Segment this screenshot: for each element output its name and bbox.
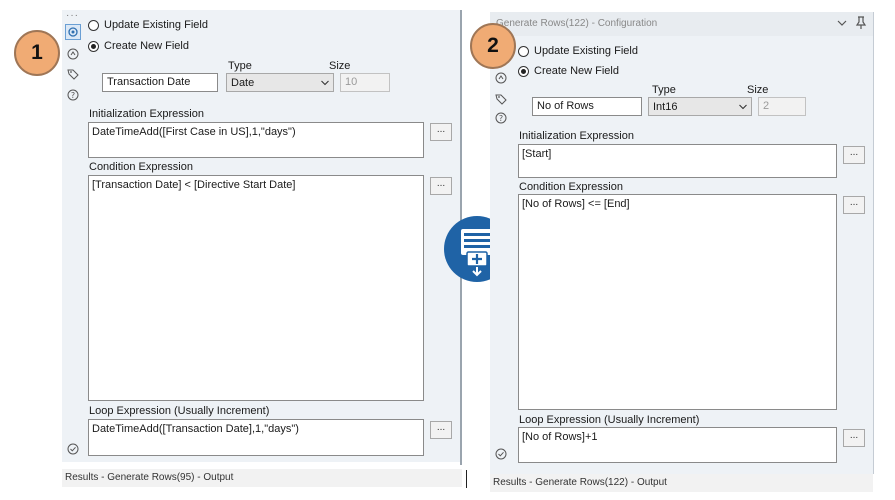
chevron-down-icon [739,104,747,109]
status-separator [466,470,467,488]
pin-icon[interactable] [855,16,867,30]
step-badge-2: 2 [470,23,516,69]
radio-circle-checked[interactable] [88,40,99,52]
init-expression-editor-button[interactable]: ... [430,123,452,141]
gear-icon[interactable] [65,24,81,40]
header-controls [837,16,867,30]
radio-circle[interactable] [88,19,99,31]
chevron-down-icon [321,80,329,85]
tag-icon[interactable] [493,91,509,107]
field-name-input[interactable]: No of Rows [532,97,642,116]
condition-expression-label: Condition Expression [519,181,623,193]
create-new-field-label: Create New Field [104,40,189,52]
condition-expression-input[interactable]: [Transaction Date] < [Directive Start Da… [88,175,424,401]
check-circle-icon[interactable] [493,446,509,462]
connection-icon[interactable] [65,46,81,62]
loop-expression-editor-button[interactable]: ... [430,421,452,439]
right-config-panel: Generate Rows(122) - Configuration ? Upd… [490,12,873,474]
init-expression-input[interactable]: [Start] [518,144,837,178]
create-new-field-radio[interactable]: Create New Field [518,65,619,77]
tag-icon[interactable] [65,66,81,82]
update-existing-field-radio[interactable]: Update Existing Field [518,45,638,57]
condition-expression-label: Condition Expression [89,161,193,173]
field-name-input[interactable]: Transaction Date [102,73,218,92]
svg-text:?: ? [71,91,75,100]
size-label: Size [329,60,351,72]
loop-expression-input[interactable]: [No of Rows]+1 [518,427,837,463]
init-expression-label: Initialization Expression [519,130,634,142]
type-select[interactable]: Date [226,73,334,92]
left-results-status: Results - Generate Rows(95) - Output [62,469,462,487]
size-label: Size [747,84,769,96]
loop-expression-input[interactable]: DateTimeAdd([Transaction Date],1,"days") [88,419,424,456]
left-icon-sidebar: ··· ? [62,10,84,462]
condition-expression-input[interactable]: [No of Rows] <= [End] [518,194,837,410]
more-dots-icon[interactable]: ··· [66,10,79,21]
chevron-down-icon[interactable] [837,19,847,27]
type-label: Type [652,84,676,96]
type-select-value: Date [231,76,255,89]
condition-expression-editor-button[interactable]: ... [430,177,452,195]
init-expression-editor-button[interactable]: ... [843,146,865,164]
create-new-field-label: Create New Field [534,65,619,77]
config-header: Generate Rows(122) - Configuration [490,12,873,36]
type-select-value: Int16 [653,100,678,113]
size-input[interactable]: 2 [758,97,806,116]
help-icon[interactable]: ? [493,110,509,126]
right-icon-sidebar: ? [490,12,512,474]
init-expression-input[interactable]: DateTimeAdd([First Case in US],1,"days") [88,122,424,158]
update-existing-field-label: Update Existing Field [104,19,208,31]
type-label: Type [228,60,252,72]
svg-text:?: ? [499,114,503,123]
step-badge-1: 1 [14,30,60,76]
right-panel-edge [873,12,874,474]
size-input[interactable]: 10 [340,73,390,92]
init-expression-label: Initialization Expression [89,108,204,120]
update-existing-field-radio[interactable]: Update Existing Field [88,19,208,31]
help-icon[interactable]: ? [65,87,81,103]
connection-icon[interactable] [493,70,509,86]
create-new-field-radio[interactable]: Create New Field [88,40,189,52]
type-select[interactable]: Int16 [648,97,752,116]
loop-expression-label: Loop Expression (Usually Increment) [519,414,700,426]
left-config-panel: ··· ? Update Existing Field Create New F… [62,10,462,462]
right-results-status: Results - Generate Rows(122) - Output [490,474,873,492]
check-circle-icon[interactable] [65,441,81,457]
radio-circle[interactable] [518,45,529,57]
config-header-title: Generate Rows(122) - Configuration [496,18,658,29]
condition-expression-editor-button[interactable]: ... [843,196,865,214]
update-existing-field-label: Update Existing Field [534,45,638,57]
loop-expression-editor-button[interactable]: ... [843,429,865,447]
loop-expression-label: Loop Expression (Usually Increment) [89,405,270,417]
radio-circle-checked[interactable] [518,65,529,77]
